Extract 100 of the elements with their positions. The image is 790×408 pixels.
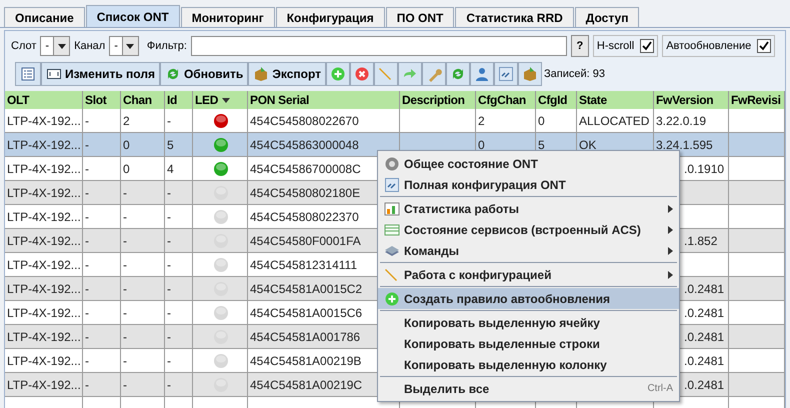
slot-select[interactable]: - (40, 36, 70, 56)
tab[interactable]: ПО ONT (386, 7, 454, 27)
dropdown-icon (58, 44, 66, 48)
menu-label: Копировать выделенную ячейку (404, 314, 601, 332)
box-icon (253, 66, 270, 82)
table-cell-text: .0.2481 (684, 328, 724, 346)
checkbox[interactable] (757, 39, 772, 53)
list-button[interactable] (15, 62, 41, 86)
table-cell-text: 0 (123, 136, 130, 154)
tab[interactable]: Мониторинг (180, 7, 275, 27)
tool-button[interactable] (326, 62, 350, 86)
tool-button[interactable] (374, 62, 398, 86)
check-icon (759, 41, 770, 51)
table-cell-text: - (167, 232, 171, 250)
table-cell-text: - (123, 232, 127, 250)
table-cell-text: 0 (538, 112, 545, 130)
menu-label: Копировать выделенную колонку (404, 356, 608, 374)
menu-item[interactable]: Состояние сервисов (встроенный ACS) (378, 219, 679, 240)
table-cell-text: - (167, 184, 171, 202)
table-cell-text: 454C545808022670 (250, 112, 359, 130)
table-cell-text: - (123, 184, 127, 202)
table-cell-text: 5 (167, 136, 174, 154)
table-cell-text: - (123, 280, 127, 298)
led-icon (213, 160, 229, 176)
tool-button[interactable] (350, 62, 374, 86)
tool-button[interactable] (446, 62, 470, 86)
led-icon (213, 136, 229, 152)
table-cell-text: 454C545808022370 (250, 208, 359, 226)
table-cell-text: OK (579, 136, 596, 154)
table-cell-text: 454C54581A0015C6 (250, 304, 362, 322)
autoupdate-label: Автообновление (666, 38, 752, 54)
tab[interactable]: Конфигурация (276, 7, 385, 27)
tab[interactable]: Статистика RRD (455, 7, 574, 27)
menu-item[interactable]: Копировать выделенную ячейку (378, 312, 679, 333)
table-cell-text: - (85, 256, 89, 274)
tool-button[interactable] (470, 62, 494, 86)
table-cell-text: 454C54580802180E (250, 184, 360, 202)
table-cell-text: 3.24.1.595 (656, 136, 713, 154)
menu-item[interactable]: Копировать выделенные строки (378, 333, 679, 354)
menu-label: Состояние сервисов (встроенный ACS) (404, 222, 642, 238)
chart-icon (384, 200, 400, 216)
menu-item[interactable]: Копировать выделенную колонку (378, 354, 679, 375)
menu-item[interactable]: Создать правило автообновления (378, 288, 679, 309)
led-icon (213, 112, 229, 128)
table-cell-text: - (167, 304, 171, 322)
menu-item[interactable]: Полная конфигурация ONT (378, 174, 679, 195)
menu-item[interactable]: Выделить все Ctrl-A (378, 378, 679, 399)
channel-label: Канал (74, 38, 106, 54)
toolbar-button[interactable]: Изменить поля (41, 62, 160, 86)
table-cell-text: - (167, 328, 171, 346)
table-cell-text: - (167, 376, 171, 394)
tab[interactable]: Описание (4, 7, 85, 27)
table-cell-text: - (123, 352, 127, 370)
add-icon (384, 290, 400, 306)
menu-label: Создать правило автообновления (404, 290, 612, 308)
table-cell-text: - (123, 328, 127, 346)
slot-label: Слот (11, 38, 36, 54)
menu-item[interactable]: Общее состояние ONT (378, 153, 679, 174)
table-cell-text: - (85, 304, 89, 322)
table-cell-text: 454C54580F0001FA (250, 232, 361, 250)
table-cell-text: - (123, 304, 127, 322)
table-cell-text: - (85, 160, 89, 178)
tool-button[interactable] (518, 62, 542, 86)
tool-button[interactable] (422, 62, 446, 86)
table-cell-text: LTP-4X-192... (7, 184, 81, 202)
table-cell-text: - (167, 256, 171, 274)
table-cell-text: - (85, 208, 89, 226)
menu-label: Статистика работы (404, 200, 520, 218)
table-cell-text: - (85, 328, 89, 346)
tab[interactable]: Доступ (574, 7, 640, 27)
table-cell-text: - (85, 232, 89, 250)
table-cell-text: 454C545863000048 (250, 136, 359, 154)
dropdown-icon (126, 44, 134, 48)
table-cell-text: .0.2481 (684, 352, 724, 370)
menu-label: Полная конфигурация ONT (404, 176, 567, 194)
tab[interactable]: Список ONT (86, 5, 180, 27)
refresh-icon (450, 66, 466, 82)
tool-button[interactable] (398, 62, 422, 86)
table-cell-text: 2 (123, 112, 130, 130)
filter-field[interactable] (190, 36, 567, 56)
frame-icon (46, 66, 62, 82)
menu-item[interactable]: Работа с конфигурацией (378, 264, 679, 285)
table-cell-text: 454C54581A00219B (250, 352, 362, 370)
table-cell-text: 454C54581A001786 (250, 328, 360, 346)
table-cell-text: - (167, 208, 171, 226)
toolbar-button[interactable]: Обновить (160, 62, 248, 86)
table-cell-text: 0 (478, 136, 485, 154)
channel-select[interactable]: - (109, 36, 139, 56)
box-icon (522, 66, 538, 82)
checkbox[interactable] (640, 39, 654, 53)
table-cell-text: .0.2481 (684, 376, 724, 394)
menu-item[interactable]: Статистика работы (378, 198, 679, 219)
help-button[interactable]: ? (570, 35, 589, 57)
table-cell-text: - (167, 112, 171, 130)
menu-item[interactable]: Команды (378, 240, 679, 261)
table-cell-text: 454C54581A0015C2 (250, 280, 362, 298)
tool-button[interactable] (494, 62, 518, 86)
toolbar-button[interactable]: Экспорт (248, 62, 326, 86)
table-cell-text: LTP-4X-192... (7, 256, 81, 274)
menu-label: Копировать выделенные строки (404, 336, 601, 352)
